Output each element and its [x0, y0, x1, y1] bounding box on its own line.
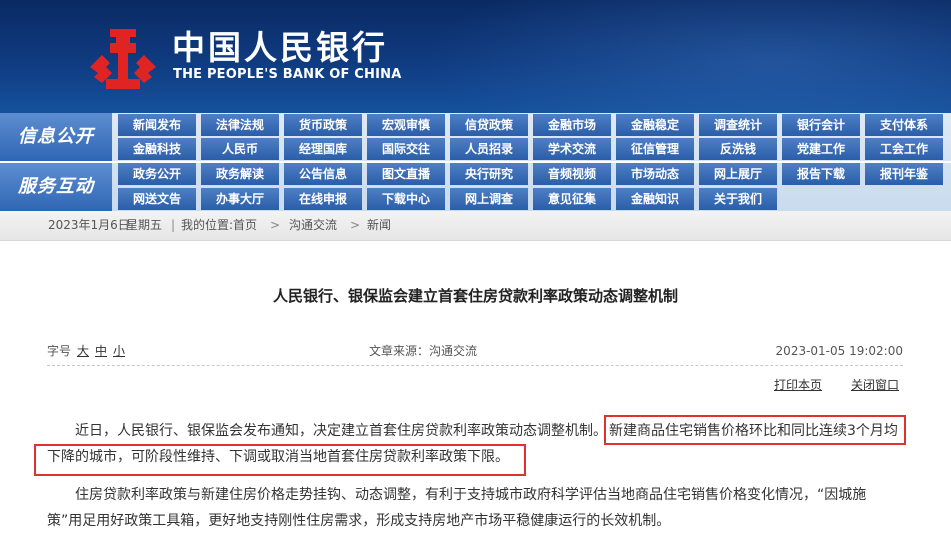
paragraph-text: 策”用足用好政策工具箱，更好地支持刚性住房需求，形成支持房地产市场平稳健康运行的…	[47, 513, 671, 529]
breadcrumb-divider: |	[171, 218, 176, 232]
article-source: 沟通交流	[429, 344, 478, 358]
highlight-box	[604, 415, 906, 445]
nav-item[interactable]: 音频视频	[533, 163, 611, 185]
nav-section-info-disclosure: 信息公开	[0, 113, 112, 161]
header-background-glow	[420, 0, 951, 113]
nav-item[interactable]: 征信管理	[616, 138, 694, 160]
nav-item[interactable]: 人员招录	[450, 138, 528, 160]
nav-item[interactable]: 支付体系	[865, 114, 943, 136]
font-size-label: 字号	[47, 344, 72, 358]
nav-item[interactable]: 学术交流	[533, 138, 611, 160]
nav-item[interactable]: 调查统计	[699, 114, 777, 136]
nav-item[interactable]: 宏观审慎	[367, 114, 445, 136]
nav-item[interactable]: 网送文告	[118, 188, 196, 210]
article-meta: 字号 大 中 小 文章来源： 沟通交流 2023-01-05 19:02:00	[47, 342, 903, 360]
nav-section-service-interaction: 服务互动	[0, 163, 112, 211]
breadcrumb: 2023年1月6日 星期五 | 我的位置: 首页 > 沟通交流 > 新闻	[0, 211, 951, 241]
nav-item[interactable]: 人民币	[201, 138, 279, 160]
nav-item[interactable]: 金融知识	[616, 188, 694, 210]
nav-item[interactable]: 市场动态	[616, 163, 694, 185]
site-header: 中国人民银行 THE PEOPLE'S BANK OF CHINA	[0, 0, 951, 113]
nav-item[interactable]: 公告信息	[284, 163, 362, 185]
nav-item[interactable]: 政务解读	[201, 163, 279, 185]
breadcrumb-level1-link[interactable]: 沟通交流	[289, 211, 337, 240]
nav-item[interactable]: 货币政策	[284, 114, 362, 136]
nav-item[interactable]: 政务公开	[118, 163, 196, 185]
article-content: 人民银行、银保监会建立首套住房贷款利率政策动态调整机制 字号 大 中 小 文章来…	[0, 241, 951, 541]
nav-item[interactable]: 金融科技	[118, 138, 196, 160]
nav-item[interactable]: 在线申报	[284, 188, 362, 210]
print-page-link[interactable]: 打印本页	[774, 376, 822, 393]
nav-item[interactable]: 报刊年鉴	[865, 163, 943, 185]
font-size-small-link[interactable]: 小	[113, 342, 125, 360]
nav-item[interactable]: 新闻发布	[118, 114, 196, 136]
nav-item[interactable]: 党建工作	[782, 138, 860, 160]
highlight-box	[34, 444, 526, 476]
breadcrumb-location-label: 我的位置:	[181, 218, 234, 232]
breadcrumb-separator: >	[350, 218, 361, 232]
current-date: 2023年1月6日	[48, 218, 130, 232]
nav-item[interactable]: 信贷政策	[450, 114, 528, 136]
bank-name-english: THE PEOPLE'S BANK OF CHINA	[173, 67, 402, 82]
nav-grid-info: 新闻发布 法律法规 货币政策 宏观审慎 信贷政策 金融市场 金融稳定 调查统计 …	[118, 113, 951, 161]
breadcrumb-level2-link[interactable]: 新闻	[367, 211, 391, 240]
main-navigation: 信息公开 服务互动 新闻发布 法律法规 货币政策 宏观审慎 信贷政策 金融市场 …	[0, 113, 951, 211]
paragraph-text: 近日，人民银行、银保监会发布通知，决定建立首套住房贷款利率政策动态调整机制。	[75, 423, 607, 439]
nav-item[interactable]: 图文直播	[367, 163, 445, 185]
article-paragraph-2: 住房贷款利率政策与新建住房价格走势挂钩、动态调整，有利于支持城市政府科学评估当地…	[47, 482, 917, 534]
nav-item[interactable]: 网上展厅	[699, 163, 777, 185]
meta-divider	[47, 365, 903, 366]
nav-item[interactable]: 央行研究	[450, 163, 528, 185]
article-title: 人民银行、银保监会建立首套住房贷款利率政策动态调整机制	[272, 287, 678, 305]
pboc-logo-icon[interactable]	[88, 27, 158, 91]
nav-item[interactable]: 报告下载	[782, 163, 860, 185]
nav-item[interactable]: 金融稳定	[616, 114, 694, 136]
nav-grid-service: 政务公开 政务解读 公告信息 图文直播 央行研究 音频视频 市场动态 网上展厅 …	[118, 163, 951, 211]
nav-item[interactable]: 下载中心	[367, 188, 445, 210]
source-label: 文章来源：	[369, 344, 430, 358]
nav-item[interactable]: 意见征集	[533, 188, 611, 210]
nav-item[interactable]: 办事大厅	[201, 188, 279, 210]
nav-item[interactable]: 金融市场	[533, 114, 611, 136]
paragraph-text: 住房贷款利率政策与新建住房价格走势挂钩、动态调整，有利于支持城市政府科学评估当地…	[75, 487, 867, 503]
font-size-medium-link[interactable]: 中	[95, 342, 107, 360]
article-datetime: 2023-01-05 19:02:00	[775, 344, 903, 358]
current-weekday: 星期五	[126, 218, 163, 232]
breadcrumb-home-link[interactable]: 首页	[233, 211, 257, 240]
nav-item[interactable]: 银行会计	[782, 114, 860, 136]
nav-item[interactable]: 工会工作	[865, 138, 943, 160]
font-size-large-link[interactable]: 大	[77, 342, 89, 360]
nav-item[interactable]: 网上调查	[450, 188, 528, 210]
bank-name-chinese: 中国人民银行	[172, 28, 388, 67]
close-window-link[interactable]: 关闭窗口	[851, 376, 899, 393]
nav-item[interactable]: 经理国库	[284, 138, 362, 160]
nav-item[interactable]: 法律法规	[201, 114, 279, 136]
nav-item[interactable]: 反洗钱	[699, 138, 777, 160]
breadcrumb-separator: >	[270, 218, 281, 232]
nav-item[interactable]: 关于我们	[699, 188, 777, 210]
nav-item[interactable]: 国际交往	[367, 138, 445, 160]
